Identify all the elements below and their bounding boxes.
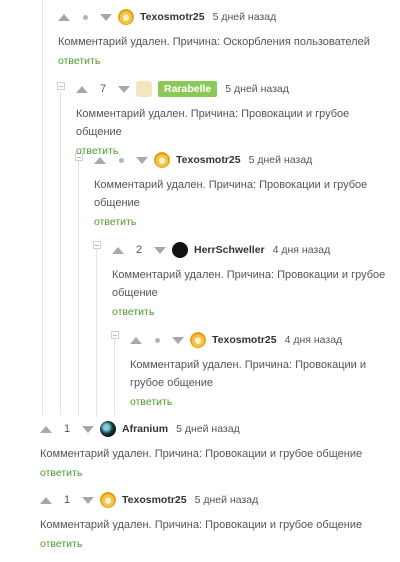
timestamp[interactable]: 5 дней назад xyxy=(225,83,289,95)
vote-control xyxy=(130,336,184,344)
username[interactable]: Texosmotr25 xyxy=(176,154,241,166)
upvote-arrow-icon[interactable] xyxy=(40,496,52,504)
timestamp[interactable]: 5 дней назад xyxy=(249,154,313,166)
upvote-arrow-icon[interactable] xyxy=(112,246,124,254)
comment-header: Texosmotr25 5 дней назад xyxy=(94,150,386,170)
comment: Texosmotr25 4 дня назад Комментарий удал… xyxy=(130,330,370,408)
reply-link[interactable]: ответить xyxy=(40,467,362,479)
reply-link[interactable]: ответить xyxy=(94,216,386,228)
comment-header: 2 HerrSchweller 4 дня назад xyxy=(112,240,386,260)
timestamp[interactable]: 4 дня назад xyxy=(273,244,331,256)
thread-line xyxy=(60,92,61,415)
comment-header: Texosmotr25 5 дней назад xyxy=(58,7,370,27)
avatar[interactable] xyxy=(136,81,152,97)
comment-thread: Texosmotr25 5 дней назад Комментарий уда… xyxy=(0,0,400,562)
comment-header: 7 Rarabelle 5 дней назад xyxy=(76,79,386,99)
thread-line xyxy=(96,248,97,415)
reply-link[interactable]: ответить xyxy=(130,396,370,408)
username[interactable]: Afranium xyxy=(122,423,168,435)
upvote-arrow-icon[interactable] xyxy=(40,425,52,433)
score: 1 xyxy=(63,423,71,435)
avatar[interactable] xyxy=(190,332,206,348)
comment-header: Texosmotr25 4 дня назад xyxy=(130,330,370,350)
username[interactable]: Texosmotr25 xyxy=(122,494,187,506)
collapse-toggle[interactable] xyxy=(111,331,119,339)
score: 1 xyxy=(63,494,71,506)
vote-control: 2 xyxy=(112,244,166,256)
vote-control xyxy=(58,13,112,21)
score: 7 xyxy=(99,83,107,95)
reply-link[interactable]: ответить xyxy=(58,55,370,67)
vote-control: 1 xyxy=(40,423,94,435)
comment-text: Комментарий удален. Причина: Провокации … xyxy=(112,269,386,299)
timestamp[interactable]: 4 дня назад xyxy=(285,334,343,346)
username[interactable]: Texosmotr25 xyxy=(140,11,205,23)
collapse-toggle[interactable] xyxy=(93,241,101,249)
comment-text: Комментарий удален. Причина: Оскорбления… xyxy=(58,36,370,48)
score: 2 xyxy=(135,244,143,256)
vote-control: 7 xyxy=(76,83,130,95)
upvote-arrow-icon[interactable] xyxy=(58,13,70,21)
downvote-arrow-icon[interactable] xyxy=(118,85,130,93)
thread-line xyxy=(78,160,79,415)
timestamp[interactable]: 5 дней назад xyxy=(195,494,259,506)
comment-text: Комментарий удален. Причина: Провокации … xyxy=(130,359,367,389)
score-neutral xyxy=(106,157,136,163)
thread-line xyxy=(42,0,43,415)
comment: 1 Afranium 5 дней назад Комментарий удал… xyxy=(40,419,362,479)
downvote-arrow-icon[interactable] xyxy=(82,496,94,504)
username[interactable]: Texosmotr25 xyxy=(212,334,277,346)
avatar[interactable] xyxy=(100,421,116,437)
avatar[interactable] xyxy=(100,492,116,508)
comment: Texosmotr25 5 дней назад Комментарий уда… xyxy=(94,150,386,228)
downvote-arrow-icon[interactable] xyxy=(136,156,148,164)
vote-control: 1 xyxy=(40,494,94,506)
username[interactable]: Rarabelle xyxy=(158,81,218,97)
reply-link[interactable]: ответить xyxy=(40,538,362,550)
timestamp[interactable]: 5 дней назад xyxy=(213,11,277,23)
comment-text: Комментарий удален. Причина: Провокации … xyxy=(94,179,368,209)
score-neutral xyxy=(70,14,100,20)
avatar[interactable] xyxy=(118,9,134,25)
username[interactable]: HerrSchweller xyxy=(194,244,265,256)
reply-link[interactable]: ответить xyxy=(112,306,386,318)
comment: 2 HerrSchweller 4 дня назад Комментарий … xyxy=(112,240,386,318)
comment: 7 Rarabelle 5 дней назад Комментарий уда… xyxy=(76,79,386,157)
comment-header: 1 Afranium 5 дней назад xyxy=(40,419,362,439)
comment: Texosmotr25 5 дней назад Комментарий уда… xyxy=(58,7,370,67)
upvote-arrow-icon[interactable] xyxy=(76,85,88,93)
comment-text: Комментарий удален. Причина: Провокации … xyxy=(40,519,363,531)
downvote-arrow-icon[interactable] xyxy=(154,246,166,254)
thread-line xyxy=(114,338,115,415)
comment-text: Комментарий удален. Причина: Провокации … xyxy=(76,108,350,138)
comment-header: 1 Texosmotr25 5 дней назад xyxy=(40,490,362,510)
avatar[interactable] xyxy=(172,242,188,258)
downvote-arrow-icon[interactable] xyxy=(172,336,184,344)
downvote-arrow-icon[interactable] xyxy=(100,13,112,21)
comment-text: Комментарий удален. Причина: Провокации … xyxy=(40,448,363,460)
vote-control xyxy=(94,156,148,164)
timestamp[interactable]: 5 дней назад xyxy=(176,423,240,435)
score-neutral xyxy=(142,337,172,343)
avatar[interactable] xyxy=(154,152,170,168)
downvote-arrow-icon[interactable] xyxy=(82,425,94,433)
upvote-arrow-icon[interactable] xyxy=(94,156,106,164)
upvote-arrow-icon[interactable] xyxy=(130,336,142,344)
comment: 1 Texosmotr25 5 дней назад Комментарий у… xyxy=(40,490,362,550)
collapse-toggle[interactable] xyxy=(57,82,65,90)
